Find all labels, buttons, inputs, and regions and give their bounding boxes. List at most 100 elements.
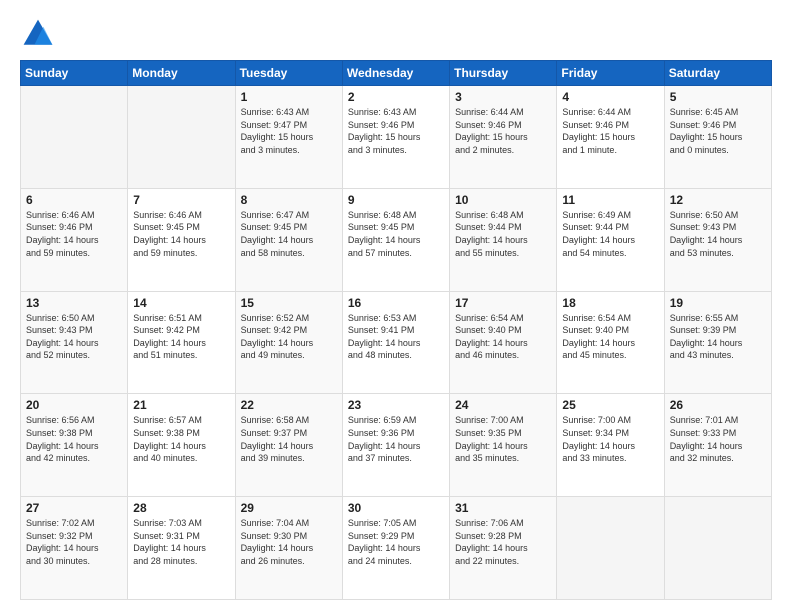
day-cell: 6 Sunrise: 6:46 AM Sunset: 9:46 PM Daylig…: [21, 188, 128, 291]
day-number: 23: [348, 398, 444, 412]
day-detail: Sunrise: 6:50 AM Sunset: 9:43 PM Dayligh…: [26, 312, 122, 362]
day-detail: Sunrise: 6:46 AM Sunset: 9:45 PM Dayligh…: [133, 209, 229, 259]
day-cell: [128, 86, 235, 189]
day-detail: Sunrise: 6:52 AM Sunset: 9:42 PM Dayligh…: [241, 312, 337, 362]
day-cell: 29 Sunrise: 7:04 AM Sunset: 9:30 PM Dayli…: [235, 497, 342, 600]
day-cell: 23 Sunrise: 6:59 AM Sunset: 9:36 PM Dayli…: [342, 394, 449, 497]
day-cell: 17 Sunrise: 6:54 AM Sunset: 9:40 PM Dayli…: [450, 291, 557, 394]
day-detail: Sunrise: 6:49 AM Sunset: 9:44 PM Dayligh…: [562, 209, 658, 259]
day-number: 2: [348, 90, 444, 104]
day-detail: Sunrise: 6:54 AM Sunset: 9:40 PM Dayligh…: [455, 312, 551, 362]
calendar-header: SundayMondayTuesdayWednesdayThursdayFrid…: [21, 61, 772, 86]
day-cell: 8 Sunrise: 6:47 AM Sunset: 9:45 PM Daylig…: [235, 188, 342, 291]
logo: [20, 16, 60, 52]
day-detail: Sunrise: 6:51 AM Sunset: 9:42 PM Dayligh…: [133, 312, 229, 362]
day-number: 20: [26, 398, 122, 412]
day-number: 9: [348, 193, 444, 207]
day-number: 5: [670, 90, 766, 104]
day-detail: Sunrise: 7:05 AM Sunset: 9:29 PM Dayligh…: [348, 517, 444, 567]
day-number: 19: [670, 296, 766, 310]
day-cell: 28Sunrise: 7:03 AM Sunset: 9:31 PM Dayli…: [128, 497, 235, 600]
day-cell: 14Sunrise: 6:51 AM Sunset: 9:42 PM Dayli…: [128, 291, 235, 394]
day-cell: 10Sunrise: 6:48 AM Sunset: 9:44 PM Dayli…: [450, 188, 557, 291]
page: SundayMondayTuesdayWednesdayThursdayFrid…: [0, 0, 792, 612]
weekday-tuesday: Tuesday: [235, 61, 342, 86]
day-detail: Sunrise: 6:48 AM Sunset: 9:45 PM Dayligh…: [348, 209, 444, 259]
day-detail: Sunrise: 6:57 AM Sunset: 9:38 PM Dayligh…: [133, 414, 229, 464]
day-detail: Sunrise: 7:01 AM Sunset: 9:33 PM Dayligh…: [670, 414, 766, 464]
day-detail: Sunrise: 6:55 AM Sunset: 9:39 PM Dayligh…: [670, 312, 766, 362]
day-number: 18: [562, 296, 658, 310]
day-number: 25: [562, 398, 658, 412]
day-number: 6: [26, 193, 122, 207]
day-number: 7: [133, 193, 229, 207]
day-number: 31: [455, 501, 551, 515]
day-cell: 4Sunrise: 6:44 AM Sunset: 9:46 PM Daylig…: [557, 86, 664, 189]
day-cell: 30Sunrise: 7:05 AM Sunset: 9:29 PM Dayli…: [342, 497, 449, 600]
logo-icon: [20, 16, 56, 52]
day-cell: 12 Sunrise: 6:50 AM Sunset: 9:43 PM Dayli…: [664, 188, 771, 291]
day-cell: 27 Sunrise: 7:02 AM Sunset: 9:32 PM Dayli…: [21, 497, 128, 600]
day-cell: 26Sunrise: 7:01 AM Sunset: 9:33 PM Dayli…: [664, 394, 771, 497]
day-cell: 16Sunrise: 6:53 AM Sunset: 9:41 PM Dayli…: [342, 291, 449, 394]
day-detail: Sunrise: 6:54 AM Sunset: 9:40 PM Dayligh…: [562, 312, 658, 362]
day-cell: 15 Sunrise: 6:52 AM Sunset: 9:42 PM Dayli…: [235, 291, 342, 394]
day-number: 8: [241, 193, 337, 207]
day-cell: 1 Sunrise: 6:43 AM Sunset: 9:47 PM Daylig…: [235, 86, 342, 189]
week-row-3: 20 Sunrise: 6:56 AM Sunset: 9:38 PM Dayli…: [21, 394, 772, 497]
day-detail: Sunrise: 7:02 AM Sunset: 9:32 PM Dayligh…: [26, 517, 122, 567]
day-cell: 25Sunrise: 7:00 AM Sunset: 9:34 PM Dayli…: [557, 394, 664, 497]
day-detail: Sunrise: 6:43 AM Sunset: 9:46 PM Dayligh…: [348, 106, 444, 156]
day-number: 28: [133, 501, 229, 515]
day-cell: 2 Sunrise: 6:43 AM Sunset: 9:46 PM Daylig…: [342, 86, 449, 189]
day-cell: 18 Sunrise: 6:54 AM Sunset: 9:40 PM Dayli…: [557, 291, 664, 394]
calendar: SundayMondayTuesdayWednesdayThursdayFrid…: [20, 60, 772, 600]
day-cell: 21Sunrise: 6:57 AM Sunset: 9:38 PM Dayli…: [128, 394, 235, 497]
day-number: 1: [241, 90, 337, 104]
weekday-row: SundayMondayTuesdayWednesdayThursdayFrid…: [21, 61, 772, 86]
day-number: 13: [26, 296, 122, 310]
day-detail: Sunrise: 6:44 AM Sunset: 9:46 PM Dayligh…: [455, 106, 551, 156]
day-cell: 22 Sunrise: 6:58 AM Sunset: 9:37 PM Dayli…: [235, 394, 342, 497]
calendar-body: 1 Sunrise: 6:43 AM Sunset: 9:47 PM Daylig…: [21, 86, 772, 600]
week-row-1: 6 Sunrise: 6:46 AM Sunset: 9:46 PM Daylig…: [21, 188, 772, 291]
day-number: 3: [455, 90, 551, 104]
day-number: 15: [241, 296, 337, 310]
day-detail: Sunrise: 6:59 AM Sunset: 9:36 PM Dayligh…: [348, 414, 444, 464]
day-cell: 3 Sunrise: 6:44 AM Sunset: 9:46 PM Daylig…: [450, 86, 557, 189]
day-cell: 9 Sunrise: 6:48 AM Sunset: 9:45 PM Daylig…: [342, 188, 449, 291]
day-number: 29: [241, 501, 337, 515]
weekday-saturday: Saturday: [664, 61, 771, 86]
day-cell: [664, 497, 771, 600]
week-row-0: 1 Sunrise: 6:43 AM Sunset: 9:47 PM Daylig…: [21, 86, 772, 189]
day-cell: 7 Sunrise: 6:46 AM Sunset: 9:45 PM Daylig…: [128, 188, 235, 291]
week-row-2: 13 Sunrise: 6:50 AM Sunset: 9:43 PM Dayli…: [21, 291, 772, 394]
day-cell: 24 Sunrise: 7:00 AM Sunset: 9:35 PM Dayli…: [450, 394, 557, 497]
day-detail: Sunrise: 6:56 AM Sunset: 9:38 PM Dayligh…: [26, 414, 122, 464]
week-row-4: 27 Sunrise: 7:02 AM Sunset: 9:32 PM Dayli…: [21, 497, 772, 600]
day-detail: Sunrise: 6:53 AM Sunset: 9:41 PM Dayligh…: [348, 312, 444, 362]
day-number: 17: [455, 296, 551, 310]
weekday-wednesday: Wednesday: [342, 61, 449, 86]
day-detail: Sunrise: 6:58 AM Sunset: 9:37 PM Dayligh…: [241, 414, 337, 464]
day-number: 27: [26, 501, 122, 515]
day-detail: Sunrise: 7:00 AM Sunset: 9:35 PM Dayligh…: [455, 414, 551, 464]
weekday-sunday: Sunday: [21, 61, 128, 86]
day-detail: Sunrise: 6:48 AM Sunset: 9:44 PM Dayligh…: [455, 209, 551, 259]
day-number: 4: [562, 90, 658, 104]
day-number: 24: [455, 398, 551, 412]
weekday-monday: Monday: [128, 61, 235, 86]
day-cell: [557, 497, 664, 600]
day-detail: Sunrise: 7:04 AM Sunset: 9:30 PM Dayligh…: [241, 517, 337, 567]
day-number: 12: [670, 193, 766, 207]
day-cell: 19 Sunrise: 6:55 AM Sunset: 9:39 PM Dayli…: [664, 291, 771, 394]
day-detail: Sunrise: 6:46 AM Sunset: 9:46 PM Dayligh…: [26, 209, 122, 259]
day-detail: Sunrise: 6:47 AM Sunset: 9:45 PM Dayligh…: [241, 209, 337, 259]
day-detail: Sunrise: 6:43 AM Sunset: 9:47 PM Dayligh…: [241, 106, 337, 156]
day-cell: [21, 86, 128, 189]
day-detail: Sunrise: 6:50 AM Sunset: 9:43 PM Dayligh…: [670, 209, 766, 259]
day-cell: 20 Sunrise: 6:56 AM Sunset: 9:38 PM Dayli…: [21, 394, 128, 497]
day-cell: 11Sunrise: 6:49 AM Sunset: 9:44 PM Dayli…: [557, 188, 664, 291]
day-number: 22: [241, 398, 337, 412]
day-detail: Sunrise: 7:06 AM Sunset: 9:28 PM Dayligh…: [455, 517, 551, 567]
